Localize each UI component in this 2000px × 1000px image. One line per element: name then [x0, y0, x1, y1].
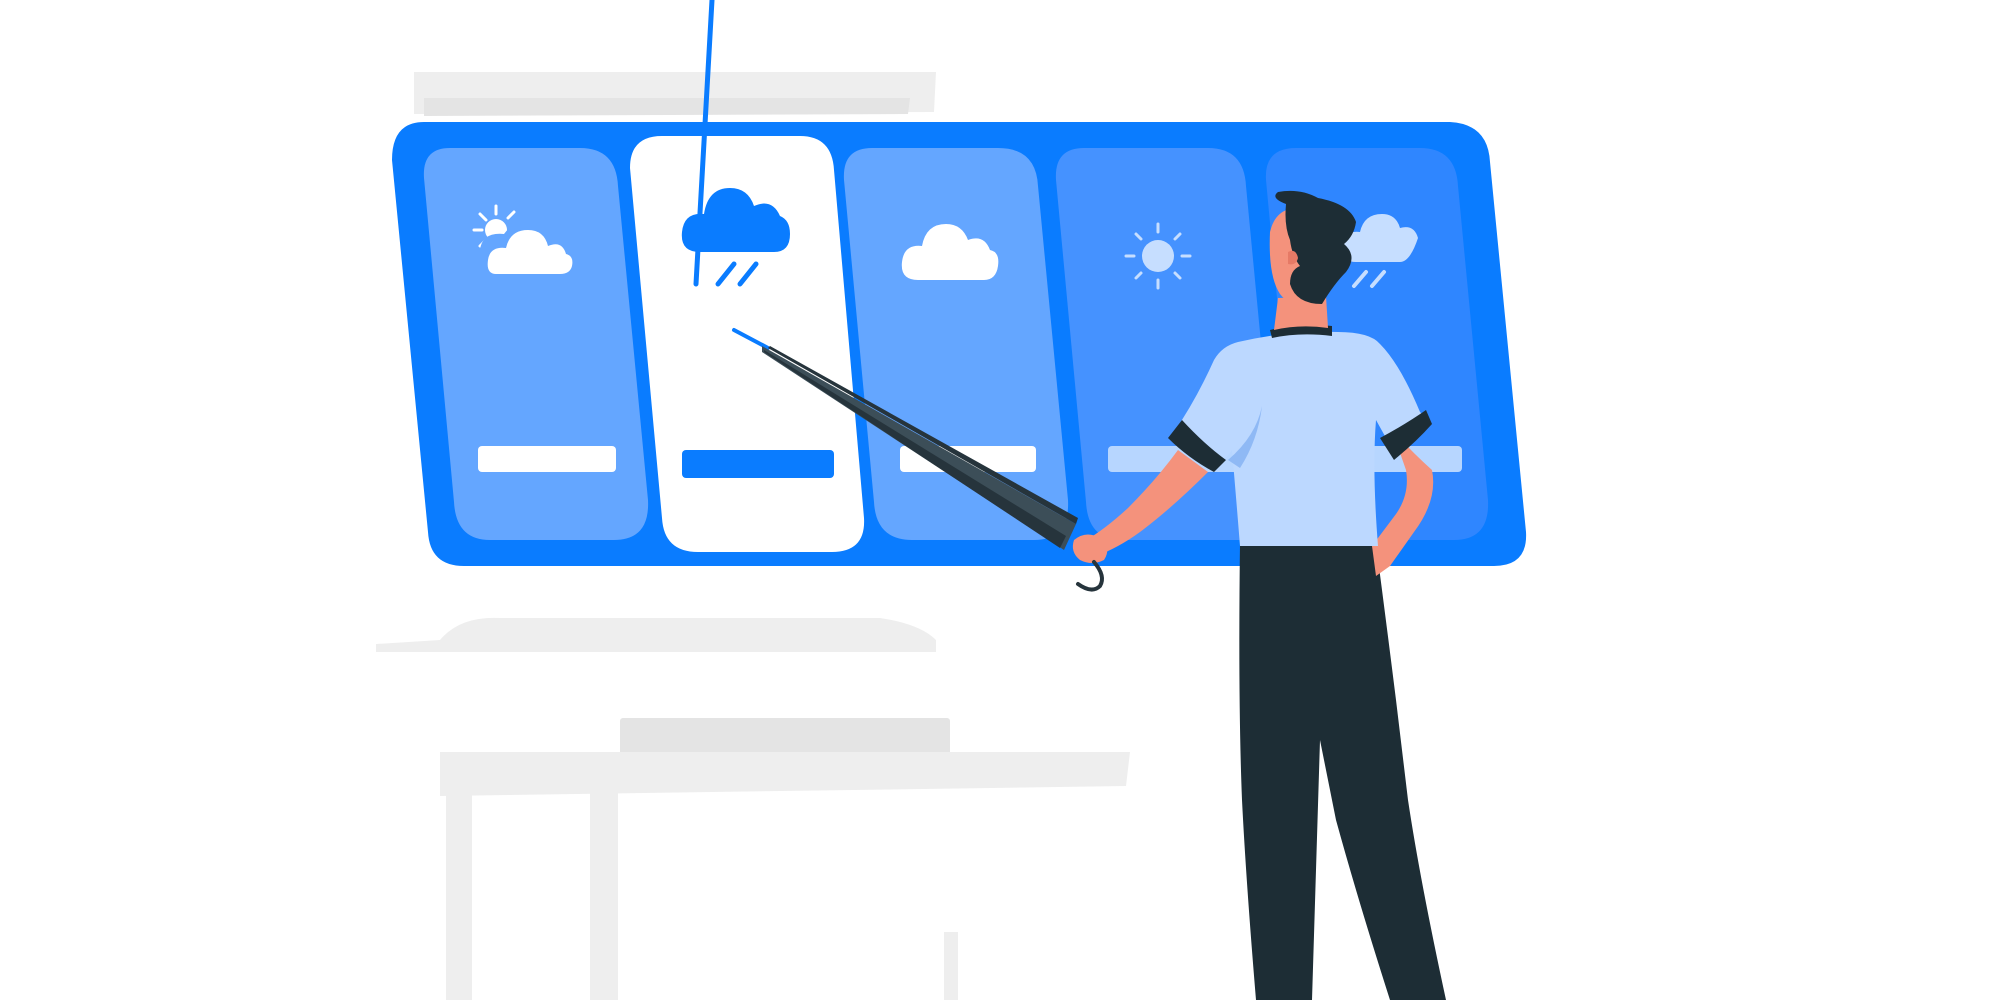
ghost-table-top: [440, 752, 1130, 796]
weather-card-bar: [682, 450, 834, 478]
top-ghost-strip-inner: [424, 98, 910, 116]
ghost-table-leg-right: [944, 932, 958, 1000]
weather-illustration: [376, 0, 1527, 1000]
weather-card-body: [423, 148, 649, 540]
weather-card-bar: [478, 446, 616, 472]
ghost-box: [620, 718, 950, 756]
ghost-table-leg-left: [446, 790, 472, 1000]
pants: [1239, 544, 1446, 1000]
umbrella-handle: [1076, 560, 1104, 592]
ghost-ledge: [376, 617, 936, 652]
weather-card[interactable]: [423, 148, 649, 540]
ghost-table-leg-mid: [590, 790, 618, 1000]
weather-card-body: [843, 148, 1069, 540]
weather-card[interactable]: [843, 148, 1069, 540]
